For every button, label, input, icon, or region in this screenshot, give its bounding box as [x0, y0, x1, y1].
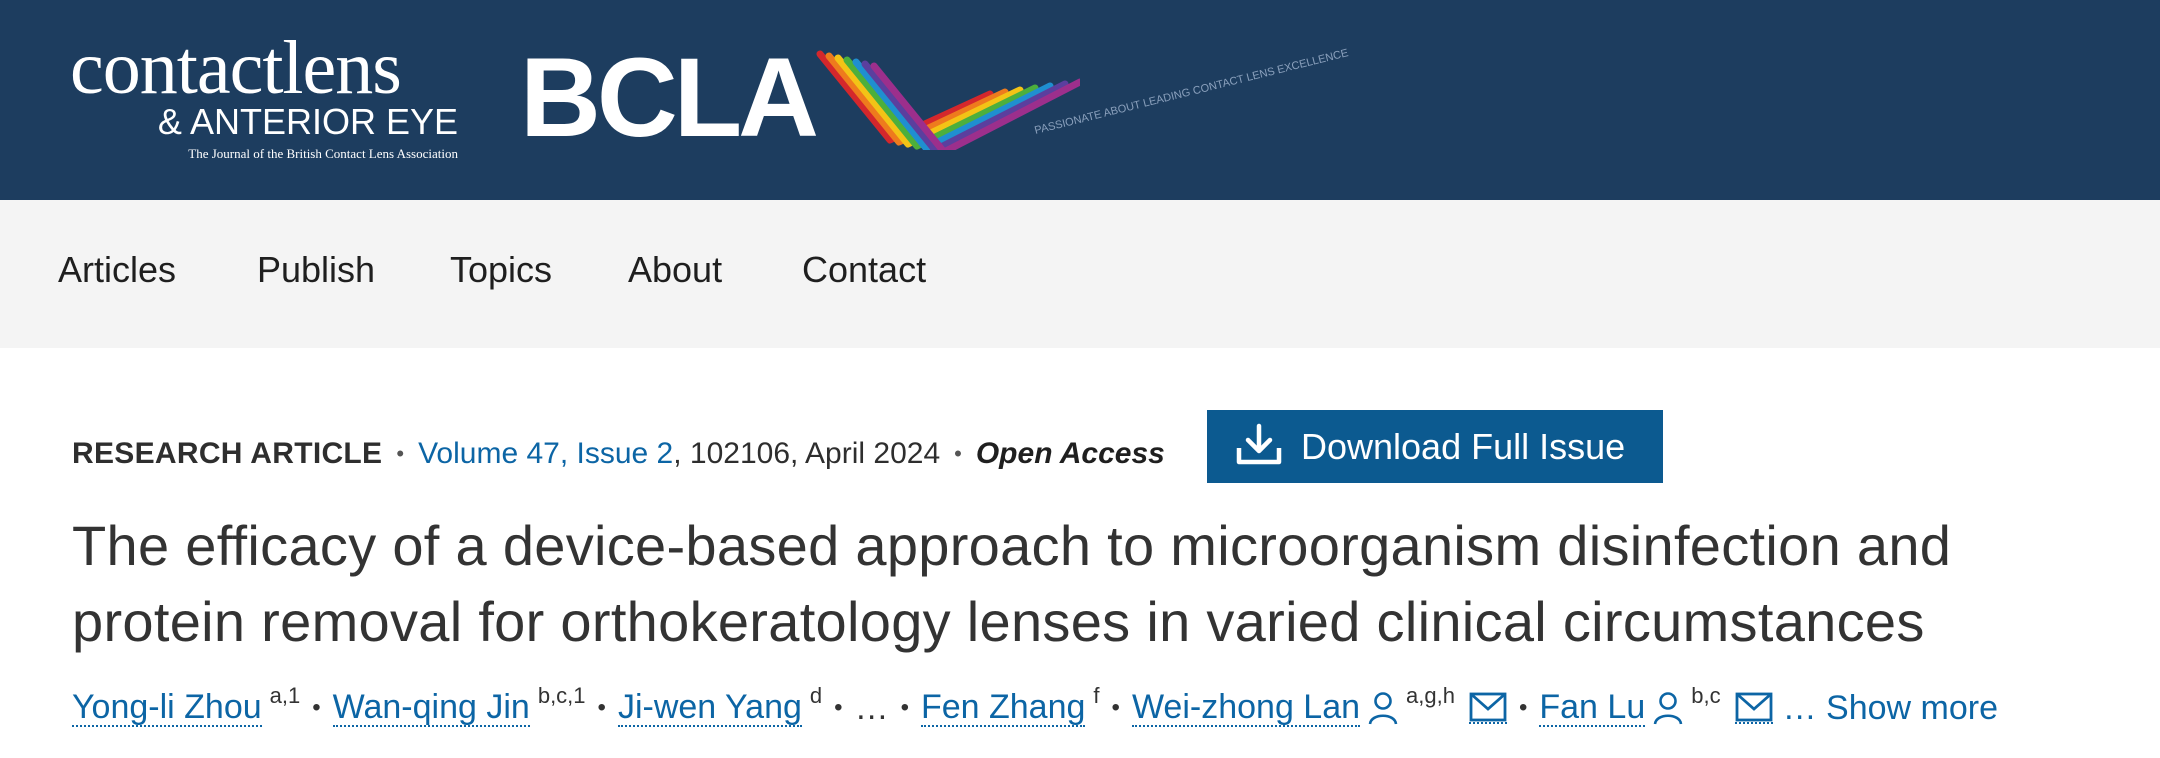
- author-affiliation: b,c,1: [537, 683, 586, 708]
- article-meta: RESEARCH ARTICLE • Volume 47, Issue 2 , …: [72, 430, 1165, 478]
- bcla-logo[interactable]: BCLA PASSIONATE ABOUT LEADING CONTACT LE…: [520, 35, 1350, 160]
- download-full-issue-button[interactable]: Download Full Issue: [1207, 410, 1663, 483]
- author-affiliation: d: [809, 683, 823, 708]
- author-link[interactable]: Yong-li Zhou: [72, 689, 262, 727]
- author-affiliation: b,c: [1691, 683, 1721, 708]
- citation-text: , 102106, April 2024: [673, 437, 941, 470]
- site-header: contactlens & ANTERIOR EYE The Journal o…: [0, 0, 2160, 200]
- author-list: Yong-li Zhou a,1 • Wan-qing Jin b,c,1 • …: [72, 683, 1998, 733]
- nav-item-publish[interactable]: Publish: [257, 250, 375, 290]
- show-more-authors-link[interactable]: … Show more: [1783, 689, 1998, 728]
- nav-item-about[interactable]: About: [628, 250, 722, 290]
- nav-item-topics[interactable]: Topics: [450, 250, 552, 290]
- article-type-label: RESEARCH ARTICLE: [72, 437, 383, 470]
- nav-item-contact[interactable]: Contact: [802, 250, 926, 290]
- author-link[interactable]: Ji-wen Yang: [617, 689, 802, 727]
- author-affiliation: f: [1093, 683, 1100, 708]
- volume-issue-link[interactable]: Volume 47, Issue 2: [418, 437, 673, 471]
- journal-logo-line2: & ANTERIOR EYE: [157, 101, 458, 142]
- author-affiliation: a,g,h: [1406, 683, 1455, 708]
- separator-dot: •: [834, 694, 843, 721]
- journal-logo-line1: contactlens: [70, 26, 402, 110]
- separator-dot: •: [954, 441, 962, 466]
- author-link[interactable]: Fen Zhang: [920, 689, 1086, 727]
- journal-logo[interactable]: contactlens & ANTERIOR EYE The Journal o…: [70, 28, 470, 168]
- author-link[interactable]: Fan Lu: [1539, 689, 1646, 727]
- author-link[interactable]: Wan-qing Jin: [332, 689, 530, 727]
- nav-item-articles[interactable]: Articles: [58, 250, 176, 290]
- article-title: The efficacy of a device-based approach …: [72, 514, 1952, 653]
- email-icon[interactable]: [1468, 692, 1507, 724]
- author-affiliation: a,1: [269, 683, 301, 708]
- email-icon[interactable]: [1734, 692, 1773, 724]
- journal-logo-line3: The Journal of the British Contact Lens …: [188, 146, 458, 161]
- separator-dot: •: [1518, 694, 1528, 721]
- bcla-logo-text: BCLA: [520, 35, 819, 160]
- separator-dot: •: [312, 694, 321, 721]
- separator-dot: •: [900, 694, 909, 721]
- main-navigation: Articles Publish Topics About Contact: [0, 200, 2160, 348]
- separator-dot: •: [597, 694, 606, 721]
- corresponding-author-icon: [1653, 691, 1683, 725]
- open-access-label: Open Access: [975, 437, 1165, 470]
- bcla-logo-tagline: PASSIONATE ABOUT LEADING CONTACT LENS EX…: [1033, 47, 1350, 137]
- download-button-label: Download Full Issue: [1301, 425, 1626, 467]
- authors-ellipsis: …: [854, 688, 889, 727]
- author-link[interactable]: Wei-zhong Lan: [1131, 689, 1361, 727]
- separator-dot: •: [1111, 694, 1120, 721]
- separator-dot: •: [396, 441, 405, 466]
- download-icon: [1235, 422, 1283, 471]
- corresponding-author-icon: [1368, 691, 1398, 725]
